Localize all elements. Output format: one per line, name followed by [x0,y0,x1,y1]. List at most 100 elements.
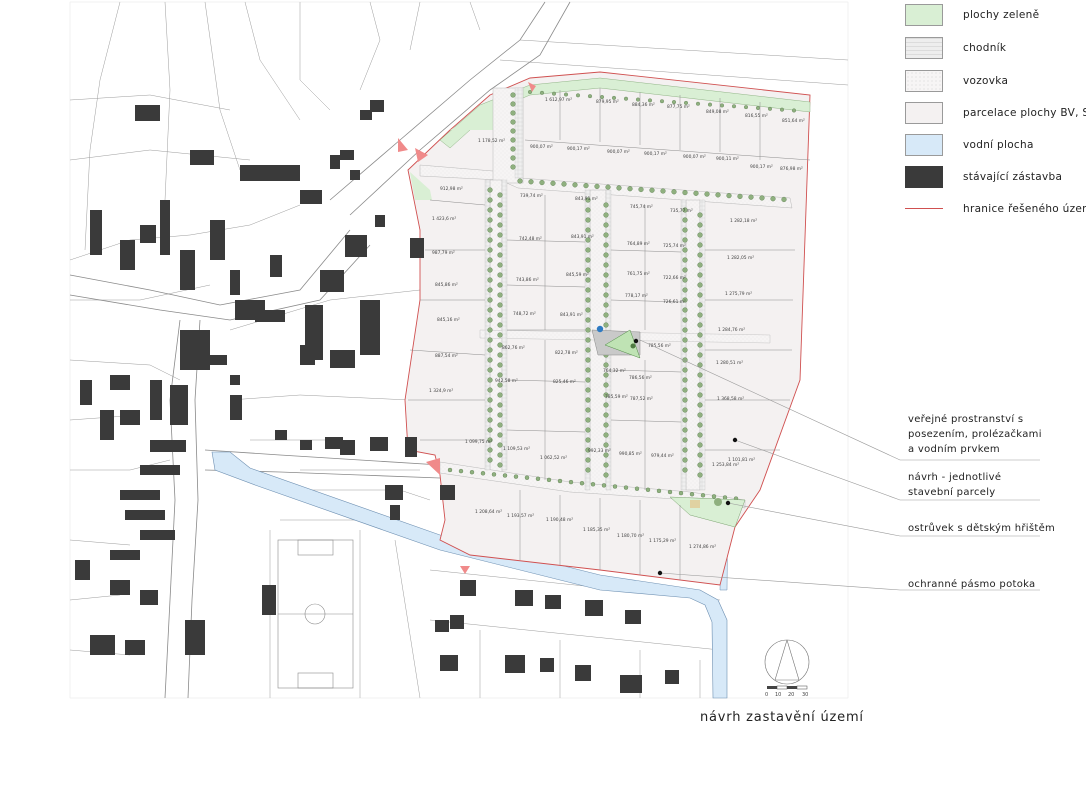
legend-swatch-boundary [905,198,943,220]
existing-building [340,440,355,455]
tree-icon [497,302,503,308]
tree-icon [585,347,591,353]
tree-icon [616,185,622,191]
tree-icon [648,98,653,103]
parcel-area-label: 1 423,6 m² [432,216,456,222]
parcel-area-label: 1 109,53 m² [503,446,530,452]
existing-building [150,440,186,452]
parcel-area-label: 912,98 m² [440,186,463,192]
existing-building [120,410,140,425]
tree-icon [487,217,493,223]
existing-building [440,485,455,500]
tree-icon [756,105,761,110]
parcel-area-label: 726,61 m² [663,299,686,305]
parcel-area-label: 743,86 m² [516,277,539,283]
existing-building [90,210,102,255]
tree-icon [697,282,703,288]
tree-icon [585,267,591,273]
parcel-area-label: 900,17 m² [567,146,590,152]
existing-building [360,300,380,355]
parcel-area-label: 845,16 m² [437,317,460,323]
tree-icon [557,478,563,484]
tree-icon [497,322,503,328]
tree-icon [497,412,503,418]
parcel-area-label: 1 324,9 m² [429,388,453,394]
tree-icon [585,437,591,443]
existing-building [210,220,225,260]
legend-label-water: vodní plocha [963,139,1034,151]
existing-building [80,380,92,405]
tree-icon [603,442,609,448]
existing-building [385,485,403,500]
legend-swatch-plots [905,102,943,124]
tree-icon [585,337,591,343]
existing-building [140,465,180,475]
tree-icon [682,407,688,413]
existing-building [90,635,115,655]
tree-icon [682,227,688,233]
existing-building [135,105,160,121]
legend-item-boundary: hranice řešeného území [905,196,1086,222]
tree-icon [480,471,486,476]
tree-icon [564,92,569,97]
existing-building [330,155,340,169]
existing-building [665,670,679,684]
existing-building [230,375,240,385]
legend-item-sidewalk: chodník [905,35,1006,61]
tree-icon [487,257,493,263]
tree-icon [510,137,516,143]
tree-icon [576,93,581,98]
tree-icon [603,282,609,288]
tree-icon [682,447,688,453]
parcel-area-label: 877,75 m² [667,104,690,110]
legend-label-road: vozovka [963,75,1009,87]
tree-icon [497,212,503,218]
existing-building [262,585,276,615]
tree-icon [697,352,703,358]
tree-icon [682,267,688,273]
parcel-area-label: 1 178,52 m² [478,138,505,144]
tree-icon [697,422,703,428]
parcel-area-label: 735,77 m² [670,208,693,214]
existing-building [300,345,315,365]
tree-icon [697,302,703,308]
legend-swatch-water [905,134,943,156]
existing-building [300,190,322,204]
tree-icon [585,207,591,213]
existing-building [125,510,165,520]
tree-icon [487,367,493,373]
tree-icon [697,372,703,378]
existing-building [150,380,162,420]
existing-building [585,600,603,616]
existing-building [230,270,240,295]
tree-icon [603,382,609,388]
tree-icon [697,272,703,278]
existing-building [110,580,130,595]
parcel-area-label: 1 368,58 m² [717,396,744,402]
parcel-area-label: 1 062,52 m² [540,455,567,461]
tree-icon [603,322,609,328]
parcel-area-label: 851,64 m² [782,118,805,124]
existing-building [350,170,360,180]
existing-building [390,505,400,520]
legend-swatch-buildings [905,166,943,188]
existing-building [275,430,287,440]
existing-building [410,238,424,258]
tree-icon [697,382,703,388]
legend-swatch-green [905,4,943,26]
parcel-area-label: 900,17 m² [644,151,667,157]
tree-icon [583,183,589,189]
tree-icon [550,180,556,186]
tree-icon [585,327,591,333]
tree-icon [585,227,591,233]
parcel-area-label: 1 275,79 m² [725,291,752,297]
tree-icon [497,432,503,438]
parcel-area-label: 900,07 m² [530,144,553,150]
tree-icon [603,262,609,268]
scale-label-0: 0 [765,692,768,698]
tree-icon [682,377,688,383]
tree-icon [497,292,503,298]
parcel-area-label: 787,52 m² [630,396,653,402]
tree-icon [649,187,655,193]
parcel-area-label: 822,78 m² [555,350,578,356]
